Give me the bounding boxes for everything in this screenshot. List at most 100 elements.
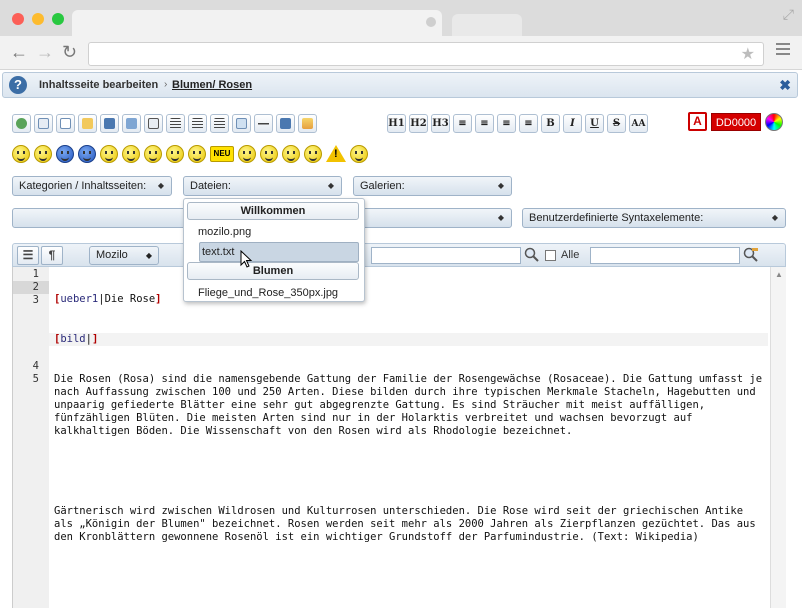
chevron-down-icon: ◆ — [327, 181, 334, 190]
text-color-button[interactable]: A — [688, 112, 707, 131]
bookmark-star-icon[interactable]: ★ — [741, 44, 755, 64]
code-paragraph: Gärtnerisch wird zwischen Wildrosen und … — [54, 504, 763, 544]
close-icon[interactable]: ✖ — [779, 77, 791, 94]
page-icon[interactable] — [56, 114, 75, 133]
chevron-down-icon: ◆ — [145, 251, 152, 260]
smiley-open-mouth-icon[interactable] — [238, 145, 256, 163]
replace-input[interactable] — [590, 247, 740, 264]
code-editor[interactable]: 1 2 3 4 5 [ueber1|Die Rose] [bild|] Die … — [12, 267, 786, 608]
files-select[interactable]: Dateien: ◆ — [183, 176, 342, 196]
minimize-window-dot[interactable] — [32, 13, 44, 25]
smiley-wink-icon[interactable] — [166, 145, 184, 163]
smiley-cry-icon[interactable] — [34, 145, 52, 163]
bold-button[interactable]: B — [541, 114, 560, 133]
files-dropdown: Willkommen mozilo.png text.txt Blumen Fl… — [183, 198, 365, 302]
smiley-teeth-icon[interactable] — [144, 145, 162, 163]
neu-badge-icon[interactable]: NEU — [210, 146, 234, 162]
italic-button[interactable]: I — [563, 114, 582, 133]
smiley-cool-icon[interactable] — [260, 145, 278, 163]
browser-menu-icon[interactable] — [776, 43, 790, 58]
dropdown-group-header: Blumen — [187, 262, 359, 280]
html-icon[interactable] — [276, 114, 295, 133]
categories-select[interactable]: Kategorien / Inhaltsseiten: ◆ — [12, 176, 172, 196]
color-value-field[interactable]: DD0000 — [711, 113, 761, 131]
heading2-button[interactable]: H2 — [409, 114, 428, 133]
smiley-happy-icon[interactable] — [12, 145, 30, 163]
help-icon[interactable]: ? — [9, 76, 27, 94]
url-bar[interactable]: ★ — [88, 42, 764, 66]
smiley-shock-icon[interactable] — [188, 145, 206, 163]
image-icon[interactable] — [122, 114, 141, 133]
mail-icon[interactable] — [34, 114, 53, 133]
new-tab-button[interactable] — [452, 14, 522, 36]
align-justify-button[interactable]: ≡ — [497, 114, 516, 133]
code-paragraph: Die Rosen (Rosa) sind die namensgebende … — [54, 372, 769, 438]
line-number: 5 — [32, 373, 39, 385]
browser-tab[interactable] — [72, 10, 442, 36]
dropdown-option[interactable]: Fliege_und_Rose_350px.jpg — [198, 287, 338, 299]
align-center-button[interactable]: ≡ — [475, 114, 494, 133]
smiley-cold-icon[interactable] — [56, 145, 74, 163]
scroll-up-icon[interactable]: ▲ — [775, 270, 783, 279]
smiley-sad-icon[interactable] — [350, 145, 368, 163]
files-select-label: Dateien: — [190, 180, 231, 192]
code-text[interactable]: [ueber1|Die Rose] [bild|] Die Rosen (Ros… — [49, 267, 769, 571]
tab-close-icon[interactable] — [426, 17, 436, 27]
maximize-window-dot[interactable] — [52, 13, 64, 25]
color-wheel-icon[interactable] — [765, 113, 783, 131]
pilcrow-icon[interactable]: ¶ — [41, 246, 63, 265]
page-header: ? Inhaltsseite bearbeiten › Blumen/ Rose… — [2, 72, 798, 98]
align-left-button[interactable]: ≡ — [453, 114, 472, 133]
smiley-neutral-icon[interactable] — [304, 145, 322, 163]
table-icon[interactable] — [144, 114, 163, 133]
heading3-button[interactable]: H3 — [431, 114, 450, 133]
chevron-down-icon: ◆ — [157, 181, 164, 190]
forward-icon[interactable]: → — [36, 42, 54, 62]
heading1-button[interactable]: H1 — [387, 114, 406, 133]
picture-icon[interactable] — [298, 114, 317, 133]
insert-toolbar — [12, 114, 317, 133]
fullscreen-icon[interactable]: ⤢ — [783, 6, 794, 23]
editor-toolbar: ☰ ¶ Mozilo ◆ Alle — [12, 243, 786, 267]
alle-checkbox[interactable] — [545, 250, 556, 261]
breadcrumb[interactable]: Blumen/ Rosen — [172, 79, 252, 91]
mode-select-label: Mozilo — [96, 249, 128, 261]
strikethrough-button[interactable]: S — [607, 114, 626, 133]
chevron-down-icon: ◆ — [497, 213, 504, 222]
browser-chrome: ⤢ ← → ↻ ★ — [0, 0, 802, 70]
dropdown-group-header: Willkommen — [187, 202, 359, 220]
dropdown-option[interactable]: mozilo.png — [198, 226, 251, 238]
smiley-blue-icon[interactable] — [78, 145, 96, 163]
alle-label: Alle — [561, 249, 580, 261]
smiley-smile-icon[interactable] — [100, 145, 118, 163]
custom-syntax-select[interactable]: Benutzerdefinierte Syntaxelemente: ◆ — [522, 208, 786, 228]
underline-button[interactable]: U — [585, 114, 604, 133]
font-size-button[interactable]: AA — [629, 114, 648, 133]
align-right-button[interactable]: ≡ — [519, 114, 538, 133]
browser-toolbar: ← → ↻ ★ — [0, 36, 802, 70]
editor-scrollbar[interactable]: ▲ — [770, 267, 786, 608]
replace-icon[interactable] — [743, 247, 761, 264]
categories-select-label: Kategorien / Inhaltsseiten: — [19, 180, 147, 192]
search-icon[interactable] — [524, 247, 542, 264]
line-icon[interactable] — [254, 114, 273, 133]
list-icon[interactable] — [188, 114, 207, 133]
list-view-icon[interactable]: ☰ — [17, 246, 39, 265]
dropdown-option-selected[interactable]: text.txt — [202, 246, 234, 258]
folder-icon[interactable] — [78, 114, 97, 133]
warning-icon[interactable]: ! — [326, 145, 346, 162]
align-icon[interactable] — [166, 114, 185, 133]
smiley-angry-icon[interactable] — [282, 145, 300, 163]
smiley-toolbar: NEU ! — [12, 145, 368, 163]
save-icon[interactable] — [100, 114, 119, 133]
mode-select[interactable]: Mozilo ◆ — [89, 246, 159, 265]
galleries-select[interactable]: Galerien: ◆ — [353, 176, 512, 196]
reload-icon[interactable]: ↻ — [62, 42, 77, 62]
close-window-dot[interactable] — [12, 13, 24, 25]
link-icon[interactable] — [12, 114, 31, 133]
grid-icon[interactable] — [232, 114, 251, 133]
smiley-grin-icon[interactable] — [122, 145, 140, 163]
search-input[interactable] — [371, 247, 521, 264]
numbered-list-icon[interactable] — [210, 114, 229, 133]
back-icon[interactable]: ← — [10, 42, 28, 62]
